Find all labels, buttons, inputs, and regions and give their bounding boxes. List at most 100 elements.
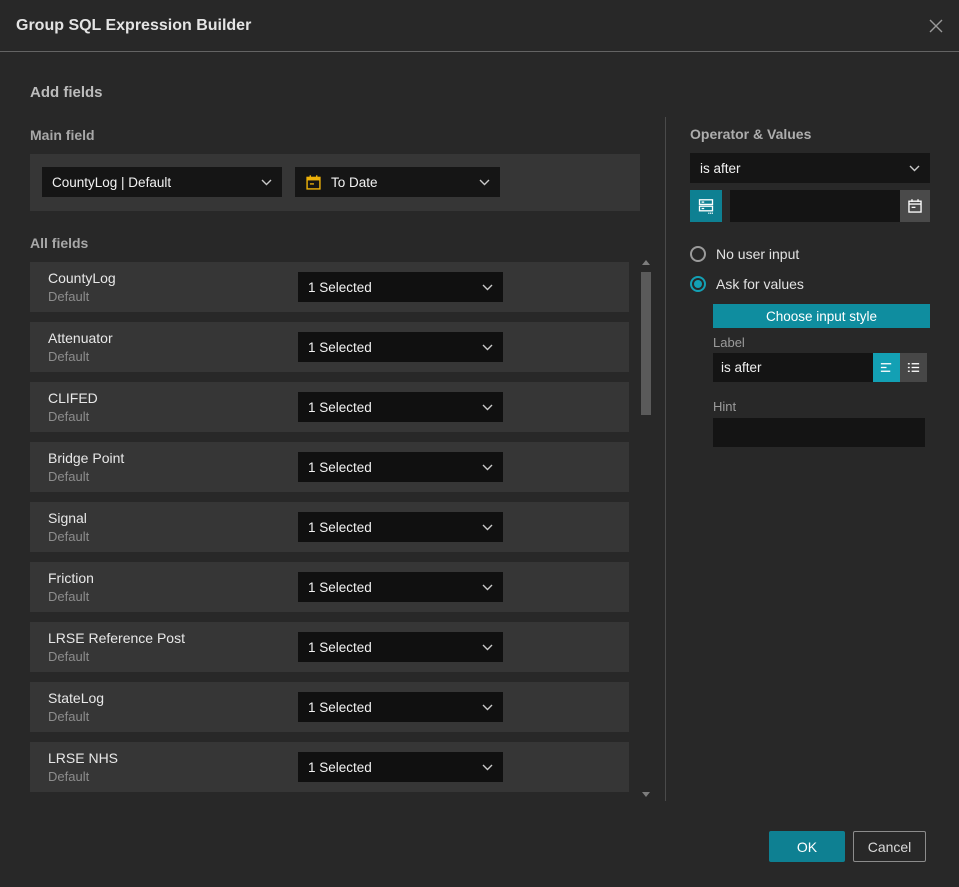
date-type-dropdown[interactable]: To Date (295, 167, 500, 197)
field-row: Signal Default 1 Selected (30, 502, 629, 552)
chevron-down-icon (482, 344, 493, 351)
field-subtitle: Default (48, 709, 90, 724)
main-field-dropdown-value: CountyLog | Default (52, 174, 172, 190)
value-date-input[interactable] (730, 190, 900, 222)
field-name: Friction (48, 570, 94, 586)
field-subtitle: Default (48, 769, 90, 784)
operator-values-heading: Operator & Values (690, 126, 812, 142)
field-row: Bridge Point Default 1 Selected (30, 442, 629, 492)
ok-button[interactable]: OK (769, 831, 845, 862)
field-subtitle: Default (48, 349, 90, 364)
field-name: StateLog (48, 690, 105, 706)
field-subtitle: Default (48, 649, 90, 664)
calendar-icon (907, 198, 923, 214)
chevron-down-icon (482, 524, 493, 531)
scrollbar-thumb[interactable] (641, 272, 651, 415)
vertical-divider (665, 117, 666, 801)
field-selected-dropdown[interactable]: 1 Selected (298, 452, 503, 482)
choose-input-style-button[interactable]: Choose input style (713, 304, 930, 328)
align-left-icon (879, 360, 894, 375)
all-fields-list: CountyLog Default 1 Selected Attenuator … (30, 262, 629, 802)
radio-no-user-input-label: No user input (716, 245, 800, 262)
main-field-heading: Main field (30, 127, 95, 143)
all-fields-heading: All fields (30, 235, 89, 251)
field-row: LRSE Reference Post Default 1 Selected (30, 622, 629, 672)
chevron-down-icon (909, 165, 920, 172)
radio-no-user-input[interactable]: No user input (690, 245, 799, 262)
bulleted-list-icon (906, 360, 921, 375)
chevron-down-icon (261, 179, 272, 186)
label-caption: Label (713, 335, 745, 350)
chevron-down-icon (482, 464, 493, 471)
chevron-down-icon (482, 584, 493, 591)
field-row: StateLog Default 1 Selected (30, 682, 629, 732)
field-row: Attenuator Default 1 Selected (30, 322, 629, 372)
title-bar: Group SQL Expression Builder (0, 0, 959, 52)
field-subtitle: Default (48, 289, 90, 304)
stacked-values-icon (697, 197, 715, 215)
field-selected-dropdown[interactable]: 1 Selected (298, 392, 503, 422)
field-name: CLIFED (48, 390, 98, 406)
chevron-down-icon (482, 764, 493, 771)
field-selected-value: 1 Selected (308, 459, 372, 475)
field-selected-value: 1 Selected (308, 579, 372, 595)
field-row: LRSE NHS Default 1 Selected (30, 742, 629, 792)
operator-dropdown-value: is after (700, 160, 741, 176)
date-type-dropdown-value: To Date (331, 174, 378, 190)
chevron-down-icon (482, 704, 493, 711)
field-selected-dropdown[interactable]: 1 Selected (298, 572, 503, 602)
field-name: Attenuator (48, 330, 113, 346)
field-selected-value: 1 Selected (308, 699, 372, 715)
input-style-align-toggle[interactable] (873, 353, 900, 382)
field-selected-value: 1 Selected (308, 399, 372, 415)
main-field-panel: CountyLog | Default To Date (30, 154, 640, 211)
calendar-icon (305, 174, 322, 191)
dialog-title: Group SQL Expression Builder (16, 17, 252, 34)
main-field-dropdown[interactable]: CountyLog | Default (42, 167, 282, 197)
operator-dropdown[interactable]: is after (690, 153, 930, 183)
field-subtitle: Default (48, 409, 90, 424)
stacked-values-button[interactable] (690, 190, 722, 222)
field-subtitle: Default (48, 589, 90, 604)
field-name: Signal (48, 510, 87, 526)
scrollbar-down-arrow[interactable] (642, 792, 650, 797)
close-icon[interactable] (926, 16, 946, 36)
hint-caption: Hint (713, 399, 737, 414)
field-selected-value: 1 Selected (308, 639, 372, 655)
field-selected-dropdown[interactable]: 1 Selected (298, 632, 503, 662)
radio-ask-for-values-label: Ask for values (716, 275, 804, 292)
radio-circle-icon (690, 245, 706, 262)
radio-ask-for-values[interactable]: Ask for values (690, 275, 804, 292)
scrollbar-up-arrow[interactable] (642, 260, 650, 265)
field-name: Bridge Point (48, 450, 125, 466)
calendar-picker-button[interactable] (900, 190, 930, 222)
chevron-down-icon (482, 644, 493, 651)
hint-input[interactable] (713, 418, 925, 447)
field-row: CountyLog Default 1 Selected (30, 262, 629, 312)
field-subtitle: Default (48, 469, 90, 484)
cancel-button[interactable]: Cancel (853, 831, 926, 862)
field-name: LRSE Reference Post (48, 630, 185, 646)
field-selected-dropdown[interactable]: 1 Selected (298, 512, 503, 542)
field-selected-dropdown[interactable]: 1 Selected (298, 272, 503, 302)
chevron-down-icon (479, 179, 490, 186)
field-selected-dropdown[interactable]: 1 Selected (298, 332, 503, 362)
add-fields-heading: Add fields (30, 84, 103, 101)
field-selected-dropdown[interactable]: 1 Selected (298, 692, 503, 722)
chevron-down-icon (482, 404, 493, 411)
field-subtitle: Default (48, 529, 90, 544)
field-row: Friction Default 1 Selected (30, 562, 629, 612)
field-row: CLIFED Default 1 Selected (30, 382, 629, 432)
field-name: LRSE NHS (48, 750, 119, 766)
field-selected-value: 1 Selected (308, 339, 372, 355)
input-style-list-toggle[interactable] (900, 353, 927, 382)
field-name: CountyLog (48, 270, 116, 286)
radio-selected-icon (690, 275, 706, 292)
field-selected-value: 1 Selected (308, 759, 372, 775)
chevron-down-icon (482, 284, 493, 291)
group-sql-expression-builder-dialog: Group SQL Expression Builder Add fields … (0, 0, 959, 887)
label-input[interactable] (713, 353, 873, 382)
field-selected-dropdown[interactable]: 1 Selected (298, 752, 503, 782)
field-selected-value: 1 Selected (308, 519, 372, 535)
field-selected-value: 1 Selected (308, 279, 372, 295)
